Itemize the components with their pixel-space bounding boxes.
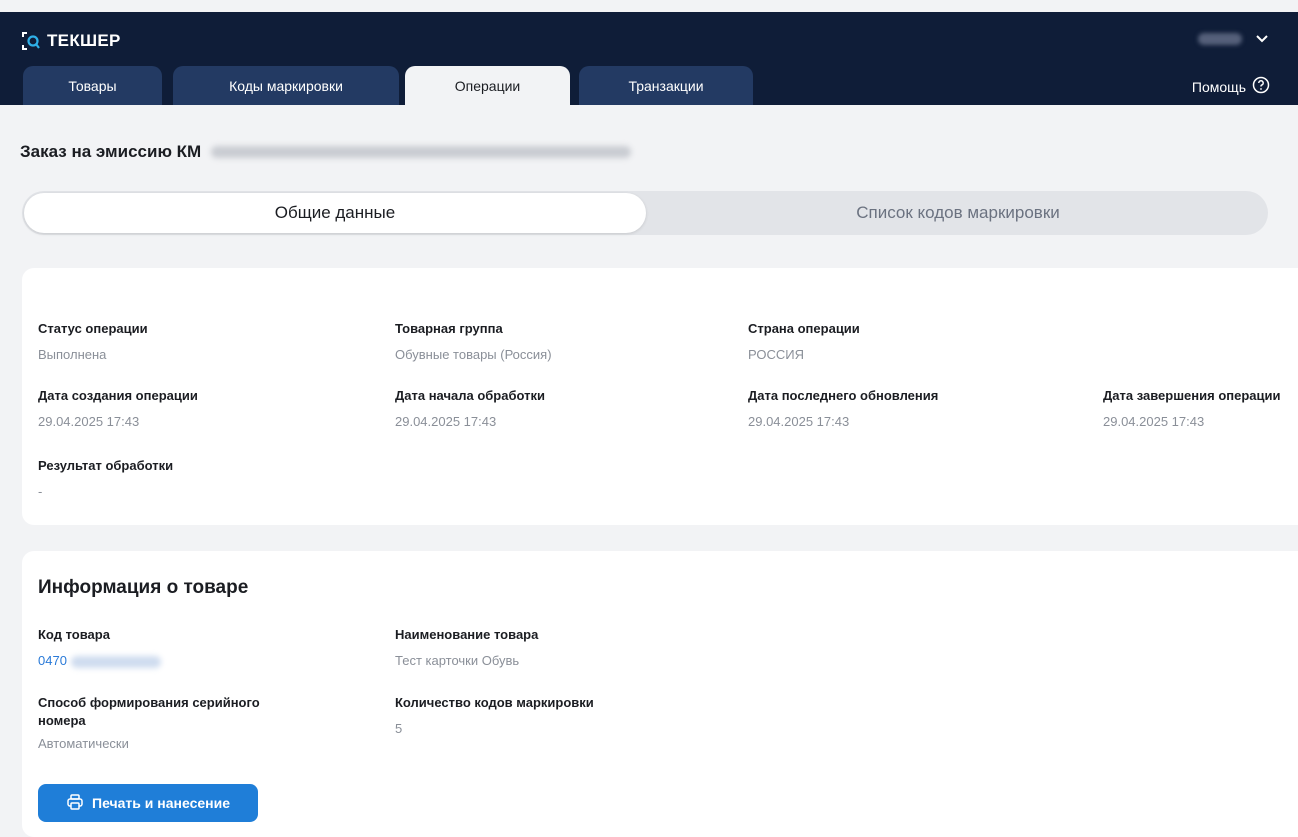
serial-method-label: Способ формирования серийного номера	[38, 695, 260, 728]
print-and-apply-button[interactable]: Печать и нанесение	[38, 784, 258, 822]
codes-count-label: Количество кодов маркировки	[395, 695, 594, 710]
country-label: Страна операции	[748, 321, 860, 336]
start-date-value: 29.04.2025 17:43	[395, 414, 497, 429]
serial-method-field: Способ формирования серийного номера Авт…	[38, 694, 298, 751]
codes-count-value: 5	[395, 721, 403, 736]
product-info-card: Информация о товаре Код товара 0470 Наим…	[22, 551, 1298, 837]
product-group-value: Обувные товары (Россия)	[395, 347, 552, 362]
tab-products[interactable]: Товары	[23, 66, 162, 105]
result-label: Результат обработки	[38, 458, 174, 473]
printer-icon	[66, 793, 84, 814]
updated-date-label: Дата последнего обновления	[748, 388, 939, 403]
finished-date-field: Дата завершения операции 29.04.2025 17:4…	[1103, 387, 1298, 429]
question-circle-icon	[1252, 76, 1270, 97]
product-code-field: Код товара 0470	[38, 626, 161, 668]
segment-general-data[interactable]: Общие данные	[24, 193, 646, 233]
chevron-down-icon	[1256, 30, 1268, 48]
created-date-field: Дата создания операции 29.04.2025 17:43	[38, 387, 198, 429]
product-section-title: Информация о товаре	[38, 577, 249, 598]
help-link[interactable]: Помощь	[1192, 76, 1270, 97]
serial-method-value: Автоматически	[38, 736, 129, 751]
product-code-value: 0470	[38, 653, 67, 668]
page-title-text: Заказ на эмиссию КМ	[20, 142, 202, 161]
product-group-label: Товарная группа	[395, 321, 503, 336]
product-name-field: Наименование товара Тест карточки Обувь	[395, 626, 538, 668]
product-code-link[interactable]: 0470	[38, 653, 161, 668]
updated-date-field: Дата последнего обновления 29.04.2025 17…	[748, 387, 938, 429]
product-code-label: Код товара	[38, 627, 110, 642]
start-date-field: Дата начала обработки 29.04.2025 17:43	[395, 387, 545, 429]
codes-count-field: Количество кодов маркировки 5	[395, 694, 594, 736]
result-value: -	[38, 484, 43, 499]
order-id	[211, 146, 632, 158]
finished-date-value: 29.04.2025 17:43	[1103, 414, 1205, 429]
user-menu[interactable]	[1198, 30, 1268, 48]
help-label: Помощь	[1191, 78, 1246, 95]
page-title: Заказ на эмиссию КМ	[20, 142, 632, 162]
product-group-field: Товарная группа Обувные товары (Россия)	[395, 320, 552, 362]
tab-transactions[interactable]: Транзакции	[579, 66, 753, 105]
start-date-label: Дата начала обработки	[395, 388, 545, 403]
top-navigation-bar: ТЕКШЕР Помощь Товары Коды маркировки Опе…	[0, 12, 1298, 105]
status-label: Статус операции	[38, 321, 148, 336]
tab-operations[interactable]: Операции	[405, 66, 570, 105]
user-name	[1198, 33, 1242, 45]
updated-date-value: 29.04.2025 17:43	[748, 414, 850, 429]
result-field: Результат обработки -	[38, 457, 173, 499]
country-value: РОССИЯ	[748, 347, 805, 362]
country-field: Страна операции РОССИЯ	[748, 320, 860, 362]
segment-marking-codes-list[interactable]: Список кодов маркировки	[648, 191, 1268, 235]
product-name-label: Наименование товара	[395, 627, 539, 642]
print-and-apply-label: Печать и нанесение	[92, 795, 230, 811]
tab-marking-codes[interactable]: Коды маркировки	[173, 66, 399, 105]
status-field: Статус операции Выполнена	[38, 320, 148, 362]
logo[interactable]: ТЕКШЕР	[21, 30, 121, 52]
finished-date-label: Дата завершения операции	[1103, 388, 1281, 403]
created-date-value: 29.04.2025 17:43	[38, 414, 140, 429]
status-value: Выполнена	[38, 347, 107, 362]
general-info-card: Статус операции Выполнена Товарная групп…	[22, 268, 1298, 525]
product-code-masked	[70, 655, 161, 668]
view-switcher: Общие данные Список кодов маркировки	[22, 191, 1268, 235]
product-name-value: Тест карточки Обувь	[395, 653, 520, 668]
logo-text: ТЕКШЕР	[47, 31, 121, 50]
created-date-label: Дата создания операции	[38, 388, 198, 403]
logo-icon	[21, 30, 43, 52]
